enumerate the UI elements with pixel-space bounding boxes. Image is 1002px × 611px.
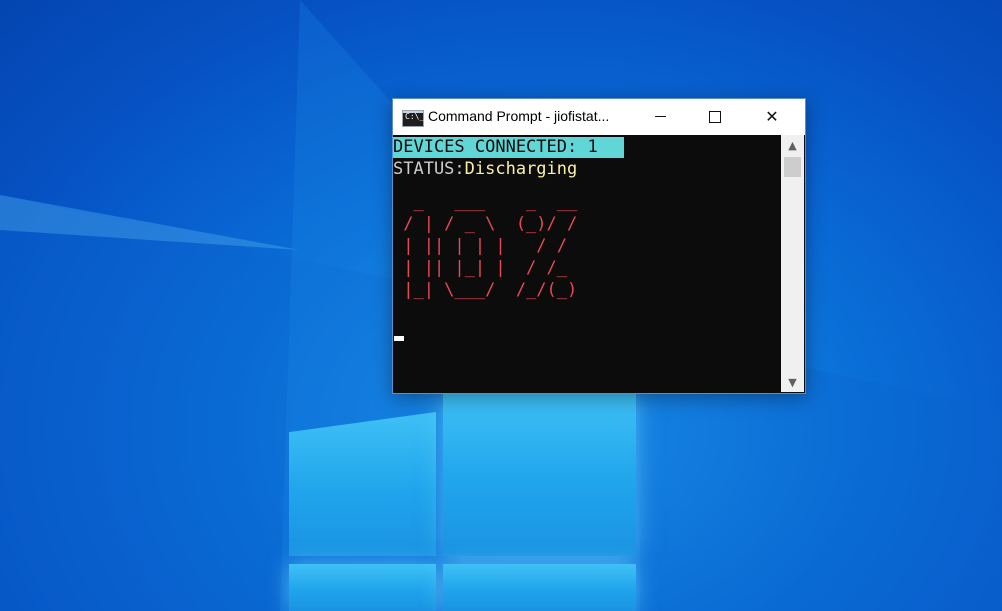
status-label: STATUS: <box>393 159 465 179</box>
windows-logo-pane-bottom-left <box>289 564 436 611</box>
close-button[interactable]: ✕ <box>749 99 795 134</box>
title-bar[interactable]: C:\_ Command Prompt - jiofistat... ✕ <box>393 99 805 135</box>
vertical-scrollbar[interactable]: ▲ ▼ <box>781 135 804 392</box>
minimize-button[interactable] <box>637 99 683 134</box>
windows-logo-pane-bottom-right <box>443 564 636 611</box>
scrollbar-thumb[interactable] <box>784 157 801 177</box>
close-icon: ✕ <box>765 106 779 126</box>
minimize-icon <box>654 116 666 117</box>
scroll-up-arrow-icon[interactable]: ▲ <box>781 135 804 155</box>
battery-percent-ascii-art: _ ___ _ __ / | / _ \ (_)/ / | || | | | /… <box>403 192 578 300</box>
devices-connected-line: DEVICES CONNECTED: 1 <box>393 137 624 158</box>
icon-glyph-text: C:\_ <box>405 112 425 121</box>
window-title: Command Prompt - jiofistat... <box>428 108 610 124</box>
command-prompt-icon[interactable]: C:\_ <box>402 110 424 127</box>
command-prompt-window[interactable]: C:\_ Command Prompt - jiofistat... ✕ DEV… <box>392 98 806 394</box>
windows-logo-pane-top-right <box>443 392 636 556</box>
status-line: STATUS:Discharging <box>393 159 577 180</box>
console-output[interactable]: DEVICES CONNECTED: 1 STATUS:Discharging … <box>393 135 781 392</box>
text-cursor <box>394 336 404 341</box>
scroll-down-arrow-icon[interactable]: ▼ <box>781 372 804 392</box>
status-value: Discharging <box>464 159 578 179</box>
maximize-button[interactable] <box>692 99 738 134</box>
windows-logo-pane-top-left <box>289 412 436 556</box>
maximize-icon <box>709 110 721 123</box>
